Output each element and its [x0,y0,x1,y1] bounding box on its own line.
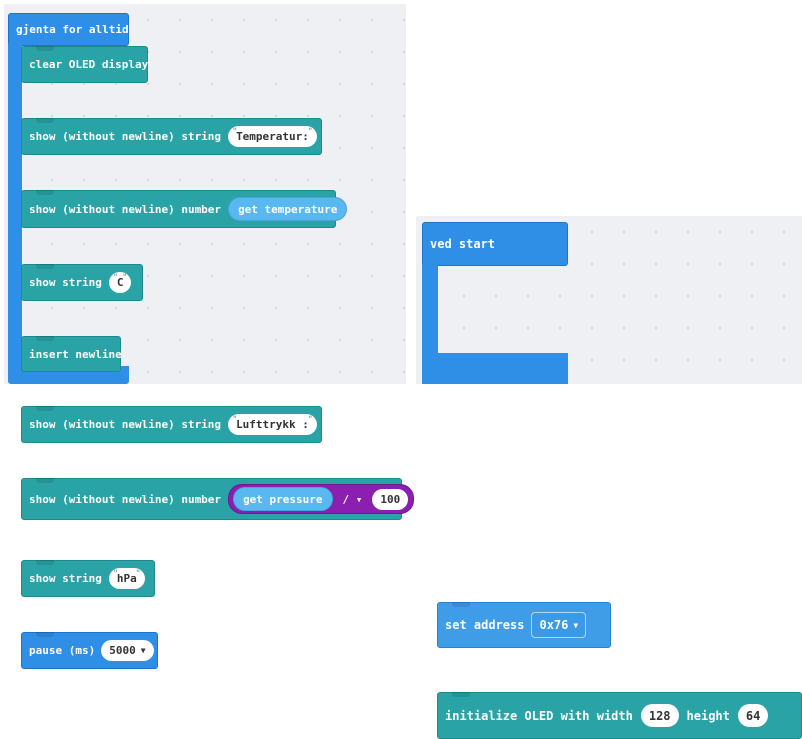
quote-icon: " [122,273,128,283]
block-label: pause (ms) [29,644,96,657]
divisor-input[interactable]: 100 [372,488,409,510]
division-block[interactable]: get pressure / ▾ 100 [228,484,415,514]
quote-icon: " [232,415,238,425]
block-label: show (without newline) string [29,418,222,431]
string-input-temperatur[interactable]: " Temperatur: " [228,126,317,147]
string-value: Temperatur: [236,130,309,143]
quote-icon: " [307,127,313,137]
get-pressure-reporter[interactable]: get pressure [233,487,333,511]
block-label: show (without newline) string [29,130,222,143]
forever-spine [8,44,22,380]
show-string-block-1[interactable]: show string " C " [21,264,143,301]
show-number-nonewline-block-2[interactable]: show (without newline) number get pressu… [21,478,415,520]
string-input-hpa[interactable]: " hPa " [108,568,145,589]
show-string-nonewline-block-2[interactable]: show (without newline) string " Lufttryk… [21,406,322,443]
string-value: Lufttrykk : [236,418,309,431]
block-label: set address [445,618,525,632]
on-start-footer [422,353,568,384]
caret-down-icon: ▼ [573,620,579,630]
reporter-label: get temperature [238,202,338,216]
set-address-block[interactable]: set address 0x76 ▼ [437,602,611,648]
show-string-block-2[interactable]: show string " hPa " [21,560,155,597]
clear-oled-label: clear OLED display [29,58,149,71]
address-value: 0x76 [539,618,569,632]
block-label: show string [29,276,102,289]
block-label: insert newline [29,347,122,361]
initialize-oled-block[interactable]: initialize OLED with width 128 height 64 [437,692,802,739]
on-start-header[interactable]: ved start [422,222,568,266]
string-input-c[interactable]: " C " [108,272,132,293]
show-number-nonewline-block-1[interactable]: show (without newline) number get temper… [21,190,348,228]
insert-newline-block[interactable]: insert newline [21,336,122,372]
width-input[interactable]: 128 [640,704,679,727]
quote-icon: " [112,569,119,579]
height-label: height [686,708,730,723]
caret-down-icon: ▼ [140,646,146,655]
clear-oled-block[interactable]: clear OLED display [21,46,148,83]
forever-header-label: gjenta for alltid [16,23,129,36]
operator-dropdown[interactable]: / ▾ [333,493,373,506]
height-input[interactable]: 64 [737,704,769,727]
pause-value-dropdown[interactable]: 5000 ▼ [101,640,154,661]
quote-icon: " [232,127,238,137]
string-input-lufttrykk[interactable]: " Lufttrykk : " [228,414,317,435]
block-label: initialize OLED with width [445,708,633,723]
quote-icon: " [307,415,313,425]
get-temperature-reporter[interactable]: get temperature [228,197,348,221]
quote-icon: " [135,569,141,579]
block-label: show string [29,572,102,585]
quote-icon: " [112,273,119,283]
reporter-label: get pressure [243,492,323,506]
string-value: hPa [116,572,137,585]
block-label: show (without newline) number [29,492,222,506]
forever-header[interactable]: gjenta for alltid [8,13,129,46]
address-dropdown[interactable]: 0x76 ▼ [531,612,587,638]
pause-value: 5000 [109,644,136,657]
pause-block[interactable]: pause (ms) 5000 ▼ [21,632,158,669]
on-start-label: ved start [430,237,496,251]
block-label: show (without newline) number [29,202,222,216]
show-string-nonewline-block-1[interactable]: show (without newline) string " Temperat… [21,118,322,155]
